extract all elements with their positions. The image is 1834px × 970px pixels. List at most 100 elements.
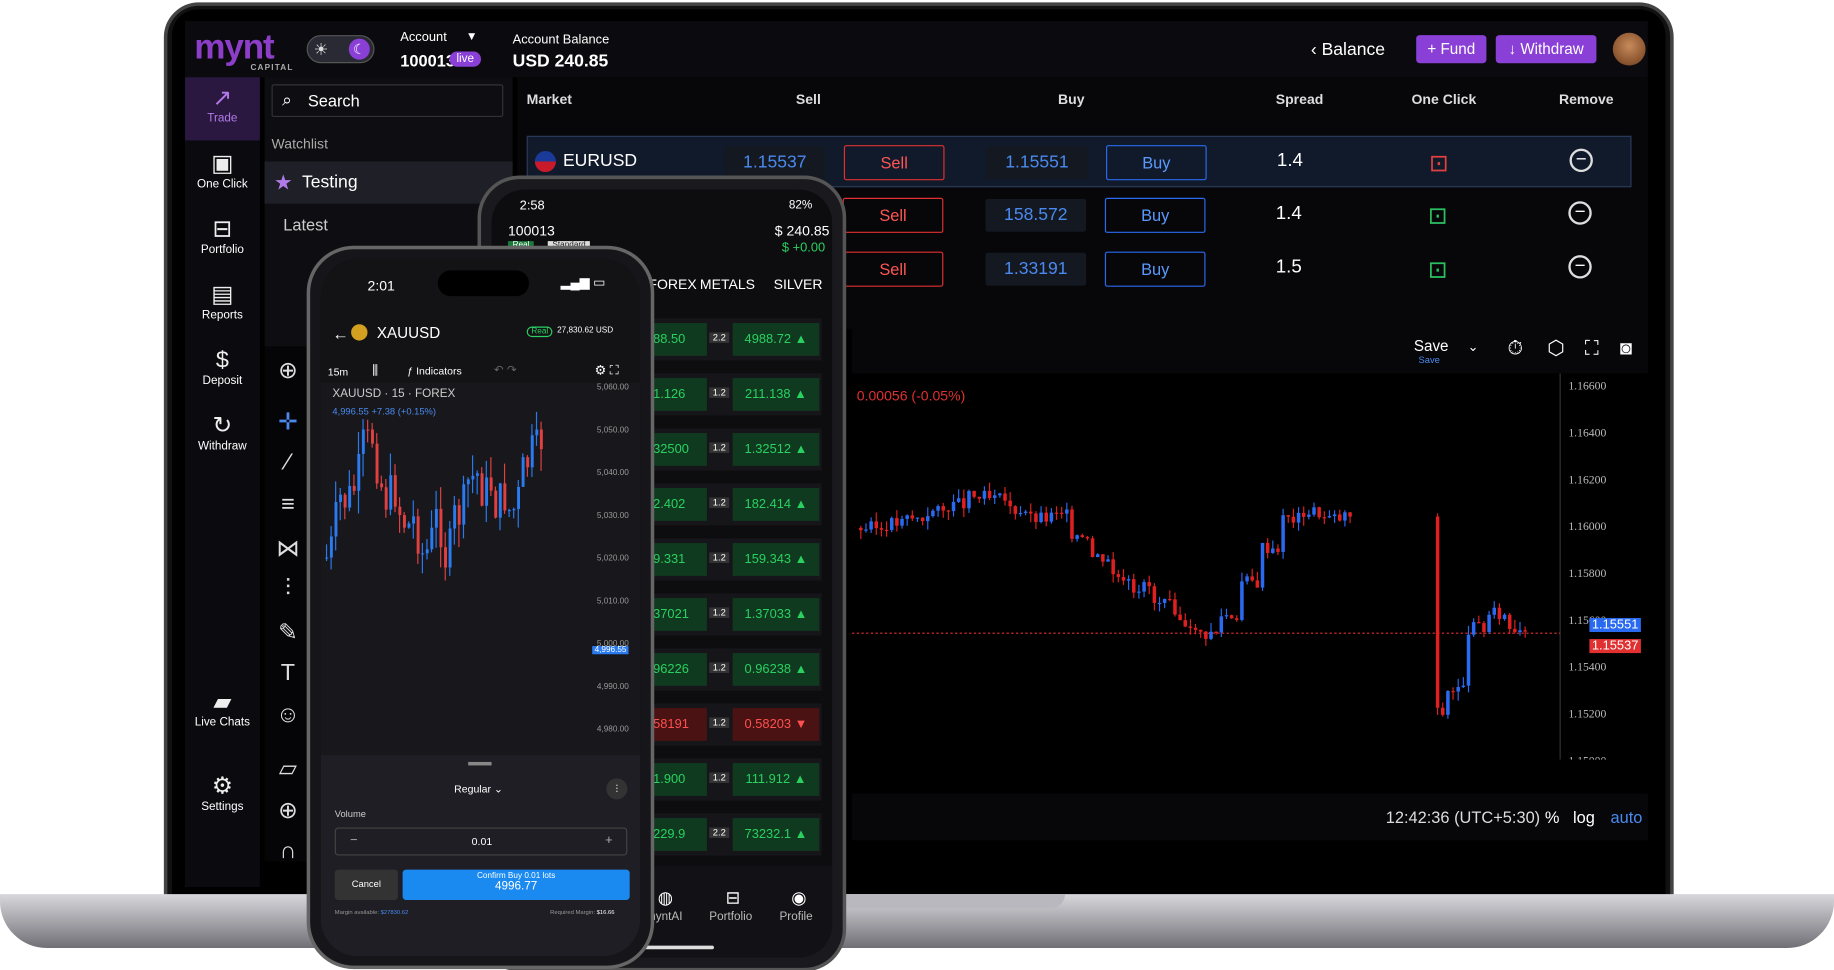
ask-price[interactable]: 211.138 ▲ xyxy=(732,378,820,411)
remove-icon[interactable]: − xyxy=(1568,255,1592,279)
crosshair-icon[interactable]: ✛ xyxy=(265,407,312,436)
balance-link[interactable]: ‹ Balance xyxy=(1311,40,1385,60)
plus-icon[interactable]: + xyxy=(605,833,613,847)
quote-row[interactable]: 96226 1.2 0.96238 ▲ xyxy=(650,648,822,691)
emoji-icon[interactable]: ☺ xyxy=(265,702,312,729)
theme-toggle[interactable]: ☀ ☾ xyxy=(306,35,375,64)
sell-button[interactable]: Sell xyxy=(842,197,944,233)
nav-portfolio[interactable]: Portfolio xyxy=(709,911,752,924)
bid-price[interactable]: 1.126 xyxy=(650,378,707,411)
text-icon[interactable]: T xyxy=(265,660,312,687)
symbol-name[interactable]: XAUUSD xyxy=(377,324,440,342)
plus-icon[interactable]: ⊕ xyxy=(265,356,312,385)
chevron-down-icon[interactable]: ▼ xyxy=(466,30,478,43)
sidebar-item-reports[interactable]: ▤ Reports xyxy=(185,274,260,337)
undo-icon[interactable]: ↶ ↷ xyxy=(494,364,517,377)
cancel-button[interactable]: Cancel xyxy=(334,869,398,901)
ruler-icon[interactable]: ▱ xyxy=(265,754,312,783)
bid-price[interactable]: 9.331 xyxy=(650,543,707,576)
quote-row[interactable]: 32500 1.2 1.32512 ▲ xyxy=(650,428,822,471)
sell-button[interactable]: Sell xyxy=(843,145,945,181)
one-click-icon[interactable]: ⊡ xyxy=(1428,201,1448,230)
settings-icon[interactable]: ⬡ xyxy=(1547,337,1564,360)
quote-row[interactable]: 58191 1.2 0.58203 ▼ xyxy=(650,703,822,746)
profile-icon[interactable]: ◉ xyxy=(791,887,806,908)
briefcase-icon[interactable]: ⊟ xyxy=(726,887,741,908)
account-balance[interactable]: 27,830.62 USD xyxy=(557,327,613,335)
sidebar-item-deposit[interactable]: $ Deposit xyxy=(185,339,260,402)
watchlist-item-latest[interactable]: Latest xyxy=(283,215,328,234)
buy-button[interactable]: Buy xyxy=(1106,145,1207,181)
ask-price[interactable]: 0.58203 ▼ xyxy=(732,708,820,741)
bid-price[interactable]: 88.50 xyxy=(650,323,707,356)
remove-icon[interactable]: − xyxy=(1569,148,1593,173)
sell-button[interactable]: Sell xyxy=(842,251,944,287)
bid-price[interactable]: 96226 xyxy=(650,653,707,686)
one-click-icon[interactable]: ⊡ xyxy=(1428,255,1448,284)
zoom-icon[interactable]: ⊕ xyxy=(265,796,312,825)
ask-price[interactable]: 182.414 ▲ xyxy=(732,488,820,521)
quote-row[interactable]: 37021 1.2 1.37033 ▲ xyxy=(650,593,822,636)
quote-row[interactable]: 1.900 1.2 111.912 ▲ xyxy=(650,758,822,801)
chevron-down-icon[interactable]: ⌄ xyxy=(1468,339,1479,355)
ask-price[interactable]: 1.32512 ▲ xyxy=(732,433,820,466)
drag-handle[interactable] xyxy=(468,761,492,766)
sidebar-item-portfolio[interactable]: ⊟ Portfolio xyxy=(185,208,260,271)
quote-row[interactable]: 9.331 1.2 159.343 ▲ xyxy=(650,538,822,581)
globe-icon[interactable]: ◍ xyxy=(658,887,673,908)
back-icon[interactable]: ← xyxy=(332,324,348,343)
trendline-icon[interactable]: ⁄ xyxy=(265,449,312,476)
brush-icon[interactable]: ✎ xyxy=(265,618,312,647)
minus-icon[interactable]: − xyxy=(350,833,358,847)
indicators-button[interactable]: ƒ Indicators xyxy=(407,365,461,377)
nav-profile[interactable]: Profile xyxy=(779,911,812,924)
save-button[interactable]: Save xyxy=(1414,337,1449,355)
sidebar-item-withdraw[interactable]: ↻ Withdraw xyxy=(185,405,260,468)
timeframe[interactable]: 15m xyxy=(328,366,349,378)
order-type[interactable]: Regular ⌄ xyxy=(454,783,503,796)
lines-icon[interactable]: ≡ xyxy=(265,492,312,519)
confirm-buy-button[interactable]: Confirm Buy 0.01 lots 4996.77 xyxy=(402,869,630,901)
watchlist-item-testing[interactable]: ★ Testing xyxy=(264,161,513,204)
ask-price[interactable]: 159.343 ▲ xyxy=(732,543,820,576)
sidebar-item-trade[interactable]: ↗ Trade xyxy=(184,77,260,141)
bid-price[interactable]: 1.900 xyxy=(650,763,707,796)
chart-type-icon[interactable]: ⫼ xyxy=(372,364,378,379)
magnet-icon[interactable]: ∩ xyxy=(265,838,312,865)
buy-button[interactable]: Buy xyxy=(1104,197,1206,233)
bid-price[interactable]: 229.9 xyxy=(650,818,707,851)
mobile-chart[interactable]: XAUUSD · 15 · FOREX 4,996.55 +7.38 (+0.1… xyxy=(320,382,641,755)
bid-price[interactable]: 32500 xyxy=(650,433,707,466)
quote-row[interactable]: 229.9 2.2 73232.1 ▲ xyxy=(650,813,822,856)
fib-icon[interactable]: ⫶ xyxy=(265,576,312,603)
ask-price[interactable]: 4988.72 ▲ xyxy=(732,323,820,356)
buy-button[interactable]: Buy xyxy=(1104,251,1206,287)
ask-price[interactable]: 0.96238 ▲ xyxy=(732,653,820,686)
avatar[interactable] xyxy=(1612,32,1646,66)
auto-toggle[interactable]: auto xyxy=(1610,808,1642,827)
sidebar-item-live-chats[interactable]: ▰ Live Chats xyxy=(185,681,260,744)
alert-icon[interactable]: ⏱ xyxy=(1507,337,1523,360)
fullscreen-icon[interactable]: ⛶ xyxy=(1585,337,1599,360)
price-chart[interactable]: 0.00056 (-0.05%) 1.16600 1.16400 1.16200 1.… xyxy=(852,373,1648,760)
remove-icon[interactable]: − xyxy=(1568,201,1592,225)
bid-price[interactable]: 2.402 xyxy=(650,488,707,521)
camera-icon[interactable]: ◙ xyxy=(1620,337,1632,360)
filter-icon[interactable]: ⫶ xyxy=(606,778,628,800)
bid-price[interactable]: 37021 xyxy=(650,598,707,631)
fund-button[interactable]: + Fund xyxy=(1416,35,1487,64)
search-input[interactable]: ⌕ Search xyxy=(271,84,504,118)
ask-price[interactable]: 1.37033 ▲ xyxy=(732,598,820,631)
ask-price[interactable]: 73232.1 ▲ xyxy=(732,818,820,851)
quote-row[interactable]: 1.126 1.2 211.138 ▲ xyxy=(650,373,822,416)
volume-stepper[interactable]: − 0.01 + xyxy=(334,827,628,856)
percent-toggle[interactable]: % xyxy=(1545,808,1560,827)
quote-row[interactable]: 88.50 2.2 4988.72 ▲ xyxy=(650,318,822,361)
withdraw-button[interactable]: ↓ Withdraw xyxy=(1495,35,1597,64)
sidebar-item-one-click[interactable]: ▣ One Click xyxy=(185,143,260,206)
quote-row[interactable]: 2.402 1.2 182.414 ▲ xyxy=(650,483,822,526)
log-toggle[interactable]: log xyxy=(1573,808,1595,827)
ask-price[interactable]: 111.912 ▲ xyxy=(732,763,820,796)
one-click-icon[interactable]: ⊡ xyxy=(1429,149,1449,178)
pattern-icon[interactable]: ⋈ xyxy=(265,534,312,563)
